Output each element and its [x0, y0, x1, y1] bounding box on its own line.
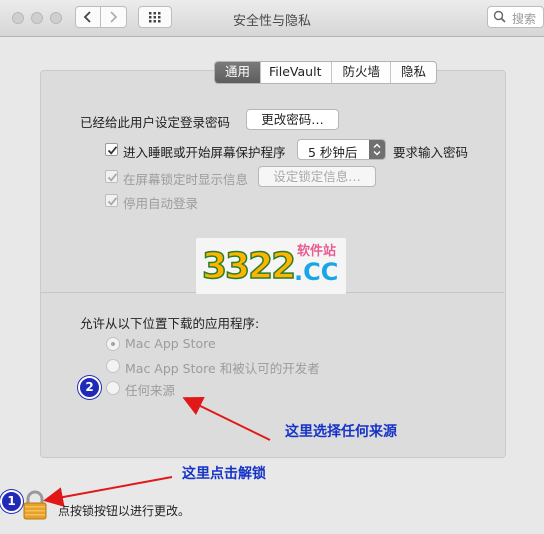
lock-hint-text: 点按锁按钮以进行更改。: [58, 504, 191, 518]
step-2-annotation: 这里选择任何来源: [285, 424, 397, 440]
step-2-badge: 2: [78, 376, 101, 399]
step-1-badge: 1: [0, 490, 23, 513]
arrow-to-lock: [43, 476, 173, 507]
step-1-annotation: 这里点击解锁: [182, 466, 266, 482]
arrow-to-anywhere: [182, 397, 271, 441]
lock-icon[interactable]: [22, 490, 48, 523]
annotation-arrows: [43, 397, 271, 507]
